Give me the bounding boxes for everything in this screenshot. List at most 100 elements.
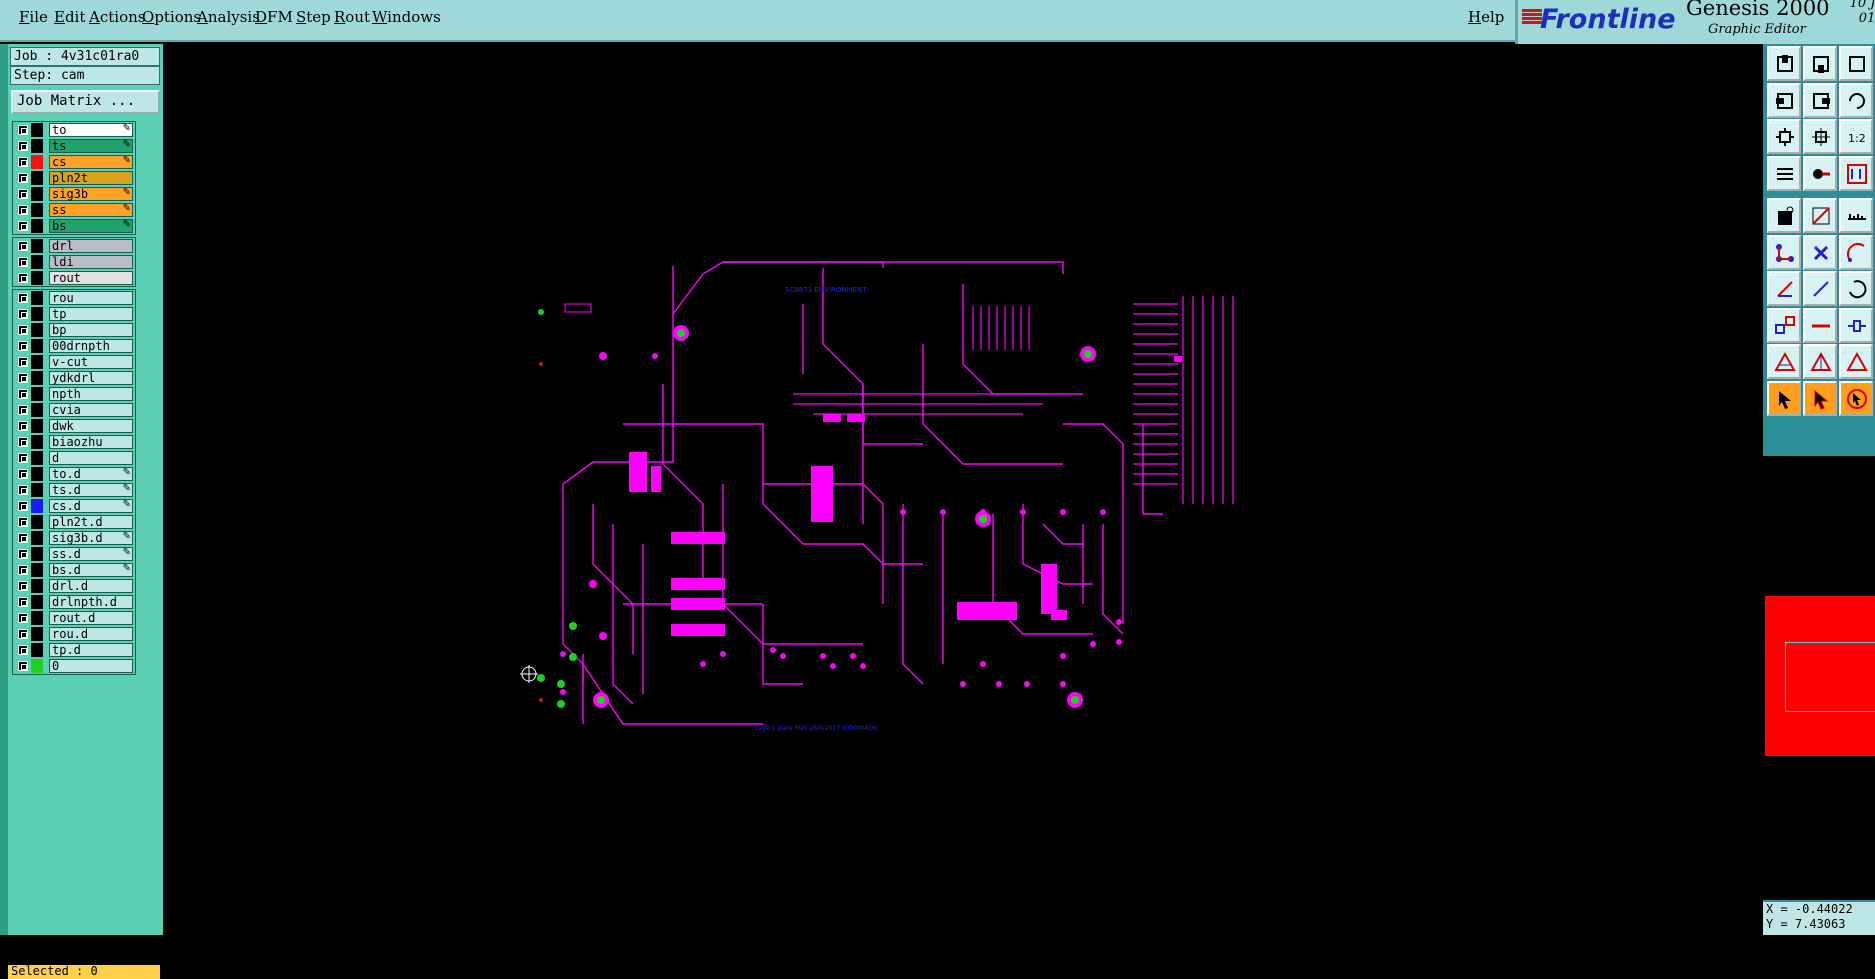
layer-row-0[interactable]: 0 [13,658,135,674]
job-matrix-button[interactable]: Job Matrix ... [11,90,160,114]
triangle-icon[interactable] [1767,344,1801,379]
layer-row-cs[interactable]: cs ✎ [13,154,135,170]
layer-visibility-checkbox[interactable] [18,517,28,527]
layer-visibility-checkbox[interactable] [18,661,28,671]
layer-color-swatch[interactable] [31,255,43,269]
layer-name[interactable]: rout [49,271,133,285]
layer-name[interactable]: dwk [49,419,133,433]
layer-name[interactable]: tp [49,307,133,321]
layer-visibility-checkbox[interactable] [18,189,28,199]
layer-color-swatch[interactable] [31,627,43,641]
layer-color-swatch[interactable] [31,659,43,673]
layer-visibility-checkbox[interactable] [18,645,28,655]
layer-row-rou[interactable]: rou [13,290,135,306]
layer-color-swatch[interactable] [31,435,43,449]
measure-icon[interactable] [1803,155,1837,191]
layer-name[interactable]: sig3b [49,187,133,201]
line-icon[interactable] [1767,271,1801,306]
layer-color-swatch[interactable] [31,483,43,497]
layer-row-npth[interactable]: npth [13,386,135,402]
layer-row-ldi[interactable]: ldi [13,254,135,270]
layer-name[interactable]: ts [49,139,133,153]
layer-visibility-checkbox[interactable] [18,437,28,447]
layer-visibility-checkbox[interactable] [18,325,28,335]
layer-color-swatch[interactable] [31,387,43,401]
layer-name[interactable]: rou [49,291,133,305]
layer-color-swatch[interactable] [31,155,43,169]
layer-name[interactable]: npth [49,387,133,401]
layer-name[interactable]: 00drnpth [49,339,133,353]
layer-row-bp[interactable]: bp [13,322,135,338]
layer-color-swatch[interactable] [31,271,43,285]
layer-row-to.d[interactable]: to.d ✎ [13,466,135,482]
layer-row-to[interactable]: to ✎ [13,122,135,138]
layer-visibility-checkbox[interactable] [18,389,28,399]
select-feature-icon[interactable] [1767,198,1801,233]
layer-edit-icon[interactable]: ✎ [123,499,131,510]
layer-color-swatch[interactable] [31,595,43,609]
layer-name[interactable]: ss.d [49,547,133,561]
layer-edit-icon[interactable]: ✎ [123,563,131,574]
menu-rout[interactable]: Rout [334,8,370,26]
layer-color-swatch[interactable] [31,531,43,545]
layer-row-sig3b[interactable]: sig3b ✎ [13,186,135,202]
layer-color-swatch[interactable] [31,239,43,253]
layer-visibility-checkbox[interactable] [18,533,28,543]
layer-visibility-checkbox[interactable] [18,629,28,639]
layer-visibility-checkbox[interactable] [18,157,28,167]
layer-visibility-checkbox[interactable] [18,501,28,511]
layer-row-drlnpth.d[interactable]: drlnpth.d [13,594,135,610]
layer-name[interactable]: drl [49,239,133,253]
layer-edit-icon[interactable]: ✎ [123,187,131,198]
pan-right-icon[interactable] [1803,82,1837,118]
layer-name[interactable]: ldi [49,255,133,269]
zoom-home-icon[interactable] [1767,46,1801,81]
layer-row-drl[interactable]: drl [13,238,135,254]
menu-step[interactable]: Step [296,8,331,26]
layer-visibility-checkbox[interactable] [18,421,28,431]
layer-color-swatch[interactable] [31,371,43,385]
pointer-icon[interactable] [1767,380,1801,416]
layer-row-rout[interactable]: rout [13,270,135,286]
layer-row-ydkdrl[interactable]: ydkdrl [13,370,135,386]
ruler-icon[interactable] [1839,198,1873,233]
menu-help[interactable]: Help [1468,8,1504,26]
layer-color-swatch[interactable] [31,499,43,513]
layer-edit-icon[interactable]: ✎ [123,531,131,542]
layer-visibility-checkbox[interactable] [18,549,28,559]
layer-row-ss[interactable]: ss ✎ [13,202,135,218]
layer-color-swatch[interactable] [31,547,43,561]
menu-file[interactable]: File [19,8,48,26]
layer-edit-icon[interactable]: ✎ [123,467,131,478]
layer-row-tp[interactable]: tp [13,306,135,322]
layer-row-rou.d[interactable]: rou.d [13,626,135,642]
layer-color-swatch[interactable] [31,323,43,337]
layer-name[interactable]: ydkdrl [49,371,133,385]
layer-row-d[interactable]: d [13,450,135,466]
layer-row-00drnpth[interactable]: 00drnpth [13,338,135,354]
layer-color-swatch[interactable] [31,579,43,593]
layer-color-swatch[interactable] [31,307,43,321]
layer-visibility-checkbox[interactable] [18,125,28,135]
layer-name[interactable]: ts.d [49,483,133,497]
layer-name[interactable]: v-cut [49,355,133,369]
layer-visibility-checkbox[interactable] [18,309,28,319]
layer-visibility-checkbox[interactable] [18,241,28,251]
layer-color-swatch[interactable] [31,203,43,217]
curve-icon[interactable] [1839,271,1873,306]
layer-color-swatch[interactable] [31,563,43,577]
layer-name[interactable]: tp.d [49,643,133,657]
undo-view-icon[interactable] [1839,82,1873,118]
layer-row-pln2t.d[interactable]: pln2t.d [13,514,135,530]
layer-visibility-checkbox[interactable] [18,485,28,495]
net-icon[interactable] [1839,155,1873,191]
layer-visibility-checkbox[interactable] [18,293,28,303]
layer-name[interactable]: d [49,451,133,465]
zoom-home2-icon[interactable] [1839,46,1873,81]
menu-analysis[interactable]: Analysis [197,8,260,26]
layer-visibility-checkbox[interactable] [18,257,28,267]
triangle2-icon[interactable] [1803,344,1837,379]
layer-color-swatch[interactable] [31,171,43,185]
layer-edit-icon[interactable]: ✎ [123,219,131,230]
connect-icon[interactable] [1839,307,1873,343]
